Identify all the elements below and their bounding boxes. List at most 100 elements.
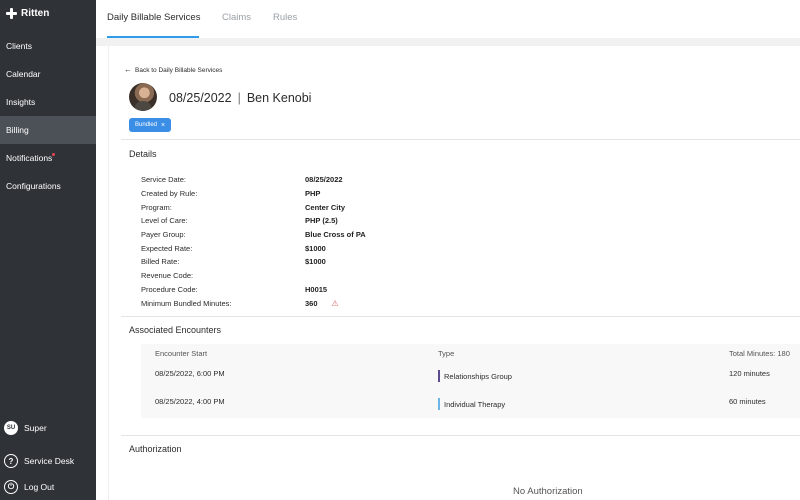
encounter-minutes: 120 minutes — [729, 369, 770, 378]
detail-row: Procedure Code: H0015 — [141, 283, 366, 297]
detail-label: Expected Rate: — [141, 243, 193, 253]
detail-value: Blue Cross of PA — [305, 230, 366, 240]
column-header-type: Type — [438, 349, 455, 358]
sidebar-item-notifications[interactable]: Notifications — [0, 144, 96, 172]
detail-row: Program: Center City — [141, 200, 366, 214]
sidebar-item-label: Clients — [6, 41, 32, 51]
sidebar-nav: Clients Calendar Insights Billing Notifi… — [0, 32, 96, 200]
chip-label: Bundled — [135, 122, 158, 128]
sidebar-item-label: Billing — [6, 125, 29, 135]
sidebar-item-calendar[interactable]: Calendar — [0, 60, 96, 88]
detail-row: Created by Rule: PHP — [141, 187, 366, 201]
table-row[interactable]: 08/25/2022, 4:00 PM Individual Therapy 6… — [141, 392, 800, 416]
detail-value: PHP (2.5) — [305, 216, 338, 226]
sidebar-item-clients[interactable]: Clients — [0, 32, 96, 60]
authorization-section-title: Authorization — [129, 444, 182, 454]
encounter-type-label: Individual Therapy — [444, 399, 506, 409]
detail-label: Procedure Code: — [141, 284, 198, 294]
column-header-start: Encounter Start — [155, 349, 208, 358]
encounter-minutes: 60 minutes — [729, 397, 766, 406]
arrow-left-icon: ← — [124, 65, 132, 74]
brand-logo[interactable]: Ritten — [6, 8, 49, 19]
detail-row: Minimum Bundled Minutes: 360 ⚠ — [141, 296, 366, 310]
service-detail-panel: ← Back to Daily Billable Services 08/25/… — [108, 46, 800, 500]
detail-value: $1000 — [305, 257, 326, 267]
client-avatar — [129, 83, 157, 111]
detail-row: Payer Group: Blue Cross of PA — [141, 228, 366, 242]
detail-label: Revenue Code: — [141, 271, 194, 281]
bundled-chip[interactable]: Bundled × — [129, 118, 172, 132]
sidebar-item-configurations[interactable]: Configurations — [0, 172, 96, 200]
column-header-total: Total Minutes: 180 — [729, 349, 790, 358]
detail-label: Billed Rate: — [141, 257, 180, 267]
tab-daily-billable-services[interactable]: Daily Billable Services — [107, 12, 200, 23]
detail-value: PHP — [305, 189, 321, 199]
details-list: Service Date: 08/25/2022 Created by Rule:… — [141, 173, 366, 310]
page-title: 08/25/2022 | Ben Kenobi — [169, 91, 311, 105]
service-desk-label: Service Desk — [24, 456, 75, 466]
content-background — [96, 38, 800, 46]
sidebar-item-insights[interactable]: Insights — [0, 88, 96, 116]
detail-label: Service Date: — [141, 175, 187, 185]
tab-rules[interactable]: Rules — [273, 12, 297, 23]
encounter-start: 08/25/2022, 6:00 PM — [155, 369, 225, 378]
detail-value: $1000 — [305, 243, 326, 253]
top-tabs: Daily Billable Services Claims Rules — [96, 0, 800, 38]
user-menu[interactable]: SU Super — [0, 415, 96, 441]
logout-link[interactable]: ⏻ Log Out — [0, 474, 96, 500]
detail-label: Program: — [141, 202, 172, 212]
detail-value: H0015 — [305, 284, 328, 294]
encounter-type: Individual Therapy — [438, 398, 505, 410]
sidebar-item-billing[interactable]: Billing — [0, 116, 96, 144]
encounters-section-title: Associated Encounters — [129, 325, 222, 335]
minimum-minutes-value: 360 — [305, 298, 318, 308]
ritten-cross-icon — [6, 8, 17, 19]
sidebar-item-label: Notifications — [6, 153, 53, 163]
sidebar-bottom: SU Super ? Service Desk ⏻ Log Out — [0, 415, 96, 500]
detail-label: Payer Group: — [141, 230, 186, 240]
service-date-title: 08/25/2022 — [169, 91, 232, 105]
user-avatar: SU — [4, 421, 18, 435]
tab-claims[interactable]: Claims — [222, 12, 251, 23]
detail-row: Level of Care: PHP (2.5) — [141, 214, 366, 228]
warning-triangle-icon[interactable]: ⚠ — [332, 299, 339, 308]
detail-row: Expected Rate: $1000 — [141, 241, 366, 255]
type-color-bar — [438, 398, 440, 410]
logout-icon: ⏻ — [4, 480, 18, 494]
sidebar-item-label: Insights — [6, 97, 36, 107]
brand-name: Ritten — [21, 8, 50, 19]
divider — [121, 139, 800, 140]
close-icon[interactable]: × — [161, 122, 165, 129]
no-authorization-message: No Authorization — [513, 486, 583, 497]
detail-value: 08/25/2022 — [305, 175, 343, 185]
service-desk-link[interactable]: ? Service Desk — [0, 448, 96, 474]
back-link[interactable]: ← Back to Daily Billable Services — [124, 66, 222, 74]
encounters-table: Encounter Start Type Total Minutes: 180 … — [141, 344, 800, 418]
detail-label: Created by Rule: — [141, 189, 198, 199]
encounter-type: Relationships Group — [438, 370, 512, 382]
table-row[interactable]: 08/25/2022, 6:00 PM Relationships Group … — [141, 364, 800, 388]
logout-label: Log Out — [24, 482, 55, 492]
detail-label: Level of Care: — [141, 216, 188, 226]
encounter-start: 08/25/2022, 4:00 PM — [155, 397, 225, 406]
help-circle-icon: ? — [4, 454, 18, 468]
divider — [121, 316, 800, 317]
notification-dot — [52, 153, 55, 156]
sidebar-item-label: Configurations — [6, 181, 61, 191]
user-name: Super — [24, 423, 47, 433]
detail-row: Service Date: 08/25/2022 — [141, 173, 366, 187]
back-link-label: Back to Daily Billable Services — [135, 66, 223, 74]
detail-value-with-warning: 360 ⚠ — [305, 299, 339, 308]
encounter-type-label: Relationships Group — [444, 371, 512, 381]
detail-label: Minimum Bundled Minutes: — [141, 298, 232, 308]
detail-row: Revenue Code: — [141, 269, 366, 283]
detail-row: Billed Rate: $1000 — [141, 255, 366, 269]
table-header: Encounter Start Type Total Minutes: 180 — [141, 344, 800, 364]
title-separator: | — [237, 91, 241, 105]
type-color-bar — [438, 370, 440, 382]
client-name-title: Ben Kenobi — [246, 91, 312, 105]
sidebar-item-label: Calendar — [6, 69, 41, 79]
divider — [121, 435, 800, 436]
details-section-title: Details — [129, 149, 157, 159]
sidebar: Ritten Clients Calendar Insights Billing… — [0, 0, 96, 500]
